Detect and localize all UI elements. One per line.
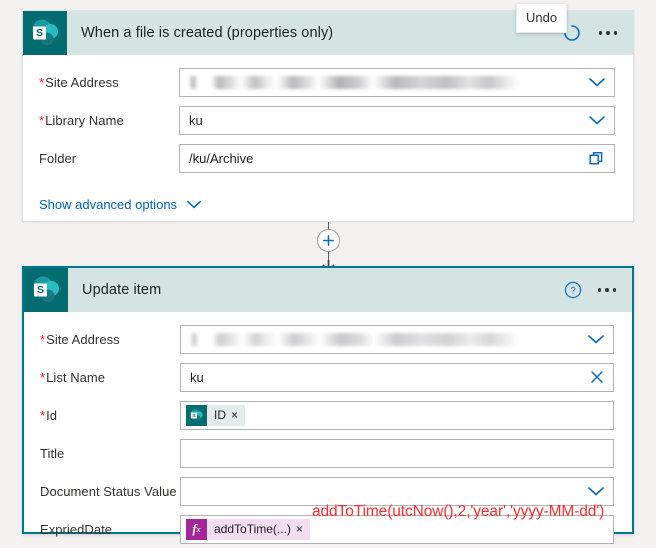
chevron-down-icon[interactable] (587, 333, 605, 345)
show-advanced-options-link[interactable]: Show advanced options (23, 187, 633, 221)
redacted-value (190, 332, 581, 346)
card-title-trigger: When a file is created (properties only) (81, 25, 334, 41)
chevron-down-icon[interactable] (588, 76, 606, 88)
svg-text:S: S (37, 284, 44, 296)
fx-icon: fx (186, 518, 207, 540)
clear-icon[interactable] (589, 369, 605, 385)
flow-card-trigger[interactable]: S When a file is created (properties onl… (22, 10, 634, 222)
document-status-value-dropdown[interactable] (180, 476, 614, 506)
svg-text:S: S (36, 27, 43, 39)
list-name-value: ku (190, 369, 204, 385)
field-label-document-status-value: Document Status Value (40, 483, 177, 499)
token-label-expression: addToTime(...) (214, 522, 291, 536)
undo-tooltip-label: Undo (526, 10, 558, 25)
help-icon[interactable]: ? (564, 281, 582, 299)
svg-text:?: ? (570, 286, 575, 297)
field-row-site-address: *Site Address (23, 63, 633, 101)
undo-tooltip: Undo (516, 3, 568, 33)
folder-input[interactable]: /ku/Archive (179, 143, 615, 173)
folder-picker-icon[interactable] (589, 151, 606, 166)
required-asterisk: * (39, 74, 45, 90)
field-row-folder: Folder /ku/Archive (23, 139, 633, 177)
card-fields-trigger: *Site Address *Library Name ku Folder /k… (23, 63, 633, 221)
card-header-action[interactable]: S Update item ? (24, 268, 632, 312)
field-row-list-name: *List Name ku (24, 358, 632, 396)
library-name-dropdown[interactable]: ku (179, 105, 615, 135)
field-label-list-name: *List Name (40, 369, 106, 385)
field-row-site-address: *Site Address (24, 320, 632, 358)
required-asterisk: * (40, 331, 46, 347)
more-options-icon[interactable] (596, 282, 619, 298)
chevron-down-icon[interactable] (588, 114, 606, 126)
folder-value: /ku/Archive (189, 150, 254, 166)
id-input[interactable]: S ID × (180, 400, 614, 430)
connector-line-top (327, 222, 329, 229)
flow-card-action[interactable]: S Update item ? *Site Address *List Name… (22, 266, 634, 544)
field-label-site-address: *Site Address (40, 331, 120, 347)
field-label-library-name: *Library Name (39, 112, 124, 128)
field-label-title: Title (40, 445, 65, 461)
token-remove-icon[interactable]: × (296, 523, 310, 535)
expression-annotation: addToTime(utcNow(),2,'year','yyyy-MM-dd'… (312, 503, 605, 520)
required-asterisk: * (40, 369, 46, 385)
redacted-value (189, 75, 582, 89)
field-label-folder: Folder (39, 150, 77, 166)
field-label-expried-date: ExpriedDate (40, 521, 113, 537)
chevron-down-icon[interactable] (587, 485, 605, 497)
show-advanced-options-label: Show advanced options (39, 196, 178, 212)
chevron-down-icon (186, 199, 202, 210)
sharepoint-icon: S (186, 404, 207, 426)
field-row-title: Title (24, 434, 632, 472)
flow-connector (0, 222, 656, 272)
list-name-input[interactable]: ku (180, 362, 614, 392)
token-remove-icon[interactable]: × (231, 409, 245, 421)
library-name-value: ku (189, 112, 203, 128)
field-label-site-address: *Site Address (39, 74, 119, 90)
required-asterisk: * (40, 407, 46, 423)
connector-line-bottom (327, 252, 329, 260)
add-step-button[interactable] (316, 229, 340, 252)
field-row-library-name: *Library Name ku (23, 101, 633, 139)
sharepoint-icon: S (24, 268, 68, 312)
card-header-actions-action: ? (564, 281, 633, 299)
sharepoint-icon: S (23, 11, 67, 55)
site-address-dropdown[interactable] (180, 324, 614, 354)
expression-token-addtotime[interactable]: fx addToTime(...) × (186, 518, 310, 540)
required-asterisk: * (39, 112, 45, 128)
title-input[interactable] (180, 438, 614, 468)
card-title-action: Update item (82, 282, 162, 298)
more-options-icon[interactable] (597, 25, 620, 41)
card-header-actions-trigger (561, 22, 634, 44)
token-label-id: ID (214, 408, 226, 422)
field-label-id: *Id (40, 407, 58, 423)
field-row-id: *Id S ID × (24, 396, 632, 434)
site-address-dropdown[interactable] (179, 67, 615, 97)
dynamic-content-token-id[interactable]: S ID × (186, 404, 246, 426)
